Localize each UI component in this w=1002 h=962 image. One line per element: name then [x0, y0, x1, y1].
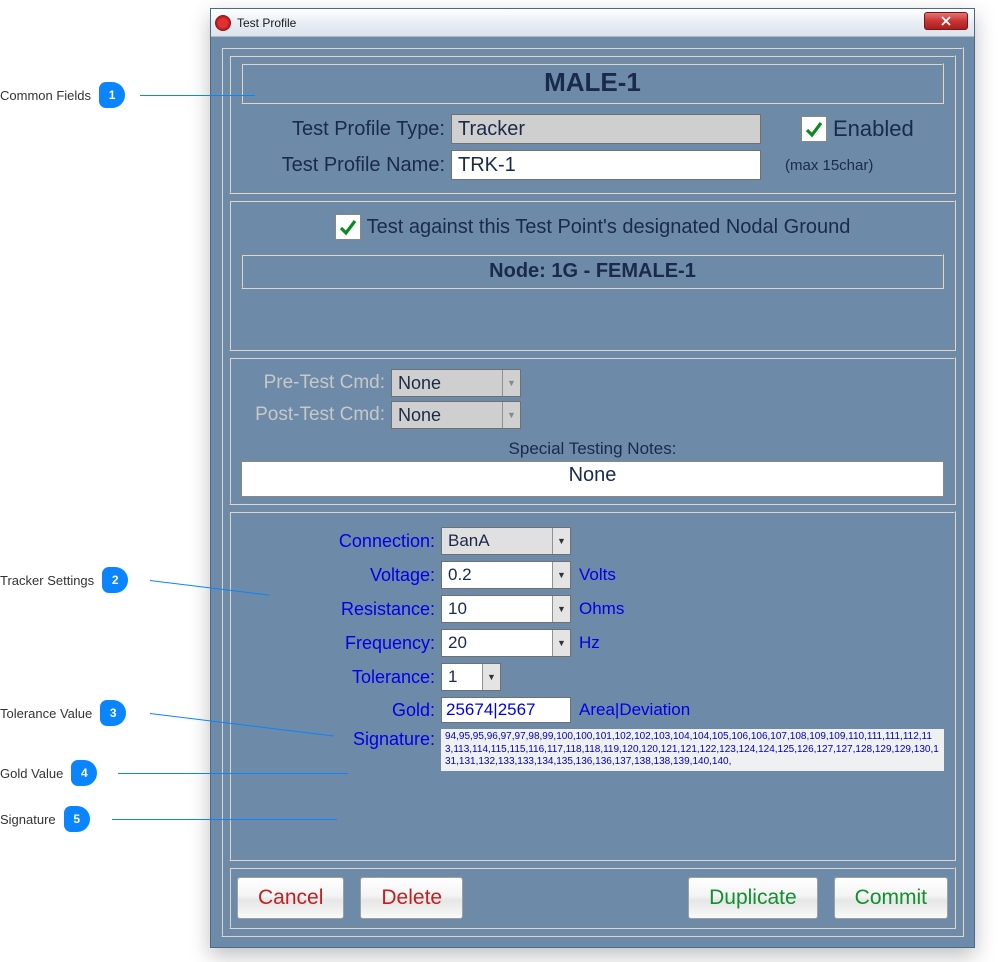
signature-value: 94,95,95,96,97,97,98,99,100,100,101,102,… — [441, 729, 944, 771]
signature-label: Signature: — [241, 729, 441, 750]
profile-heading: MALE-1 — [241, 63, 944, 104]
callout-tracker-settings: Tracker Settings 2 — [0, 567, 128, 593]
post-test-cmd-value: None — [392, 402, 502, 428]
callout-label: Common Fields — [0, 88, 91, 103]
callout-gold-value: Gold Value 4 — [0, 760, 97, 786]
frequency-label: Frequency: — [241, 633, 441, 654]
chevron-down-icon: ▼ — [502, 402, 520, 428]
callout-tolerance-value: Tolerance Value 3 — [0, 700, 126, 726]
section-footer: Cancel Delete Duplicate Commit — [229, 867, 956, 929]
callout-badge: 3 — [100, 700, 126, 726]
frequency-unit: Hz — [579, 633, 600, 653]
profile-name-hint: (max 15char) — [785, 157, 873, 174]
voltage-select[interactable]: 0.2 ▼ — [441, 561, 571, 589]
voltage-label: Voltage: — [241, 565, 441, 586]
frequency-value: 20 — [442, 630, 552, 656]
nodal-ground-checkbox[interactable] — [335, 214, 361, 240]
frequency-select[interactable]: 20 ▼ — [441, 629, 571, 657]
gold-label: Gold: — [241, 700, 441, 721]
close-button[interactable] — [924, 12, 968, 30]
callout-common-fields: Common Fields 1 — [0, 82, 125, 108]
gold-input[interactable] — [441, 697, 571, 723]
chevron-down-icon: ▼ — [552, 562, 570, 588]
gold-unit: Area|Deviation — [579, 700, 690, 720]
commit-button[interactable]: Commit — [834, 877, 948, 919]
chevron-down-icon: ▼ — [552, 596, 570, 622]
checkmark-icon — [804, 119, 824, 139]
tolerance-label: Tolerance: — [241, 667, 441, 688]
close-icon — [941, 16, 951, 26]
callout-label: Tolerance Value — [0, 706, 92, 721]
callout-label: Tracker Settings — [0, 573, 94, 588]
node-bar: Node: 1G - FEMALE-1 — [241, 254, 944, 289]
profile-type-field — [451, 114, 761, 144]
enabled-checkbox[interactable] — [801, 116, 827, 142]
profile-name-label: Test Profile Name: — [241, 154, 451, 177]
app-icon — [215, 15, 231, 31]
voltage-unit: Volts — [579, 565, 616, 585]
enabled-label: Enabled — [833, 116, 914, 142]
callout-label: Gold Value — [0, 766, 63, 781]
callout-signature: Signature 5 — [0, 806, 90, 832]
duplicate-button[interactable]: Duplicate — [688, 877, 818, 919]
checkmark-icon — [338, 217, 358, 237]
window-title: Test Profile — [237, 16, 296, 30]
callout-badge: 5 — [64, 806, 90, 832]
callout-badge: 2 — [102, 567, 128, 593]
notes-field[interactable]: None — [241, 461, 944, 497]
pre-test-cmd-select: None ▼ — [391, 369, 521, 397]
chevron-down-icon: ▼ — [552, 528, 570, 554]
resistance-select[interactable]: 10 ▼ — [441, 595, 571, 623]
resistance-unit: Ohms — [579, 599, 624, 619]
section-test-commands: Pre-Test Cmd: None ▼ Post-Test Cmd: None… — [229, 357, 956, 505]
callout-label: Signature — [0, 812, 56, 827]
chevron-down-icon: ▼ — [482, 664, 500, 690]
pre-test-cmd-value: None — [392, 370, 502, 396]
callout-badge: 4 — [71, 760, 97, 786]
post-test-cmd-select: None ▼ — [391, 401, 521, 429]
callout-badge: 1 — [99, 82, 125, 108]
profile-type-label: Test Profile Type: — [241, 118, 451, 141]
chevron-down-icon: ▼ — [552, 630, 570, 656]
cancel-button[interactable]: Cancel — [237, 877, 344, 919]
chevron-down-icon: ▼ — [502, 370, 520, 396]
pre-test-cmd-label: Pre-Test Cmd: — [241, 372, 391, 394]
titlebar[interactable]: Test Profile — [211, 9, 974, 37]
voltage-value: 0.2 — [442, 562, 552, 588]
section-nodal-ground: Test against this Test Point's designate… — [229, 200, 956, 351]
notes-label: Special Testing Notes: — [241, 439, 944, 459]
section-tracker-settings: Connection: BanA ▼ Voltage: 0.2 ▼ Volts … — [229, 511, 956, 861]
delete-button[interactable]: Delete — [360, 877, 463, 919]
nodal-ground-label: Test against this Test Point's designate… — [367, 216, 851, 239]
tolerance-value: 1 — [442, 664, 482, 690]
post-test-cmd-label: Post-Test Cmd: — [241, 404, 391, 426]
profile-name-input[interactable] — [451, 150, 761, 180]
resistance-label: Resistance: — [241, 599, 441, 620]
dialog-window: Test Profile MALE-1 Test Profile Type: E… — [210, 8, 975, 948]
section-common-fields: MALE-1 Test Profile Type: Enabled Test P… — [229, 55, 956, 194]
connection-select[interactable]: BanA ▼ — [441, 527, 571, 555]
resistance-value: 10 — [442, 596, 552, 622]
tolerance-select[interactable]: 1 ▼ — [441, 663, 501, 691]
connection-value: BanA — [442, 528, 552, 554]
connection-label: Connection: — [241, 531, 441, 552]
